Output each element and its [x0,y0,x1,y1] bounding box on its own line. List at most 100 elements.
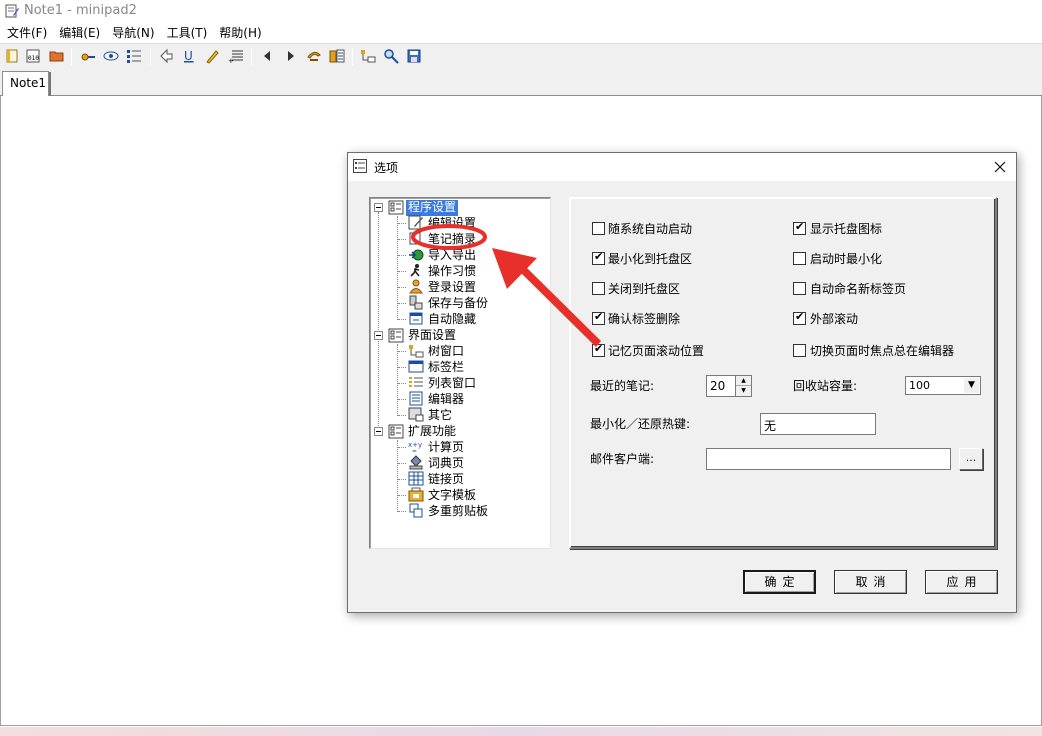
sync-icon[interactable] [306,48,322,64]
tree-connector [398,287,406,288]
tree-item-program-settings[interactable]: 程序设置 [406,200,459,216]
view-icon[interactable] [103,48,119,64]
tree-item-dictionary-page[interactable]: 词典页 [426,456,466,472]
tree-item-editor[interactable]: 编辑器 [426,392,466,408]
tree-item-text-template[interactable]: 文字模板 [426,488,478,504]
search-icon[interactable] [383,48,399,64]
checkbox-label: 启动时最小化 [810,252,883,266]
window-title: Note1 - minipad2 [24,3,137,18]
tree-item-import-export[interactable]: 导入导出 [426,248,478,264]
tree-item-note-clipping[interactable]: 笔记摘录 [426,232,478,248]
spinner-up-icon[interactable]: ▲ [736,376,751,386]
tree-item-tree-window[interactable]: 树窗口 [426,344,466,360]
checkbox-start-minimized[interactable] [793,252,806,265]
highlight-icon[interactable] [204,48,220,64]
prev-icon[interactable] [259,48,275,64]
toolbar-separator [352,48,353,65]
spinner-down-icon[interactable]: ▼ [736,386,751,396]
tree-collapse-toggle[interactable] [374,203,383,212]
new-note-icon[interactable] [4,48,20,64]
tree-item-interface-settings[interactable]: 界面设置 [406,328,458,344]
menu-bar: 文件(F) 编辑(E) 导航(N) 工具(T) 帮助(H) [0,22,1042,42]
next-icon[interactable] [283,48,299,64]
tree-collapse-toggle[interactable] [374,331,383,340]
checkbox-show-tray-icon[interactable] [793,220,806,235]
save-icon[interactable] [406,48,422,64]
cancel-button[interactable]: 取消 [834,570,907,594]
chevron-down-icon[interactable]: ▼ [964,378,979,393]
toolbar-separator [251,48,252,65]
recent-notes-input[interactable]: 20 [706,375,736,397]
tree-item-other[interactable]: 其它 [426,408,454,424]
tree-item-auto-hide[interactable]: 自动隐藏 [426,312,478,328]
apply-button[interactable]: 应用 [925,570,998,594]
note-clip-icon [409,232,421,245]
tree-connector [398,255,406,256]
numbered-list-icon[interactable]: + [228,48,244,64]
calculator-icon: x+y= [408,441,422,454]
checkbox-external-scroll[interactable] [793,310,806,325]
menu-help[interactable]: 帮助(H) [213,22,267,42]
checkbox-auto-name-tabs[interactable] [793,282,806,295]
tree-item-tab-bar[interactable]: 标签栏 [426,360,466,376]
checkbox-label: 切换页面时焦点总在编辑器 [810,344,955,358]
browse-button[interactable]: ... [959,448,983,470]
tree-item-login-settings[interactable]: 登录设置 [426,280,478,296]
tree-window-icon [409,345,424,358]
recycle-capacity-value: 100 [909,379,930,392]
back-arrow-icon[interactable] [158,48,174,64]
hotkey-input[interactable]: 无 [760,413,876,435]
recycle-capacity-select[interactable]: 100 ▼ [905,376,981,395]
new-calc-icon[interactable]: 010 [25,48,41,64]
tree-connector [398,495,406,496]
tree-item-link-page[interactable]: 链接页 [426,472,466,488]
open-folder-icon[interactable] [49,48,65,64]
link-icon[interactable] [80,48,96,64]
other-settings-icon [408,407,424,422]
menu-navigate[interactable]: 导航(N) [106,22,160,42]
checkbox-label: 记忆页面滚动位置 [608,344,705,358]
list-icon[interactable] [126,48,142,64]
backup-icon [409,295,423,310]
tree-icon[interactable] [360,48,376,64]
pages-icon[interactable] [329,48,345,64]
checkbox-close-to-tray[interactable] [592,282,605,295]
tree-connector [398,367,406,368]
svg-text:+: + [228,57,234,64]
checkbox-focus-editor[interactable] [793,344,806,357]
clipboard-icon [409,503,423,518]
tree-item-save-backup[interactable]: 保存与备份 [426,296,490,312]
checkbox-label: 随系统自动启动 [608,222,693,236]
tab-strip: Note1 [0,68,1042,96]
tree-connector [398,223,406,224]
checkbox-remember-scroll[interactable] [592,342,605,357]
settings-panel: 随系统自动启动 显示托盘图标 最小化到托盘区 启动时最小化 关闭到托盘区 自动命… [569,197,997,549]
close-icon[interactable] [988,155,1012,179]
settings-list-icon [388,328,404,343]
mail-client-input[interactable] [706,448,951,470]
app-notepad-icon [5,4,19,18]
ok-button[interactable]: 确定 [743,570,816,594]
options-tree[interactable]: 程序设置 编辑设置 笔记摘录 导入导出 操作习惯 登录设置 保存与备份 自动隐藏… [369,197,551,549]
tree-item-edit-settings[interactable]: 编辑设置 [426,216,478,232]
menu-tools[interactable]: 工具(T) [161,22,214,42]
tree-item-list-window[interactable]: 列表窗口 [426,376,478,392]
tab-note1[interactable]: Note1 [2,71,51,96]
recent-notes-spinner[interactable]: ▲ ▼ [735,375,752,397]
menu-edit[interactable]: 编辑(E) [53,22,106,42]
checkbox-minimize-to-tray[interactable] [592,250,605,265]
tree-item-operation-habits[interactable]: 操作习惯 [426,264,478,280]
tree-item-multi-clipboard[interactable]: 多重剪贴板 [426,504,490,520]
tree-connector [398,479,406,480]
tree-connector [398,319,406,320]
dialog-title: 选项 [374,161,399,175]
menu-file[interactable]: 文件(F) [0,22,53,42]
tree-item-extensions[interactable]: 扩展功能 [406,424,458,440]
dialog-title-bar: 选项 [348,153,1016,181]
tree-item-calc-page[interactable]: 计算页 [426,440,466,456]
checkbox-auto-start[interactable] [592,222,605,235]
checkbox-confirm-tab-delete[interactable] [592,310,605,325]
underline-icon[interactable]: U [181,48,197,64]
tree-connector [398,351,406,352]
tree-collapse-toggle[interactable] [374,427,383,436]
